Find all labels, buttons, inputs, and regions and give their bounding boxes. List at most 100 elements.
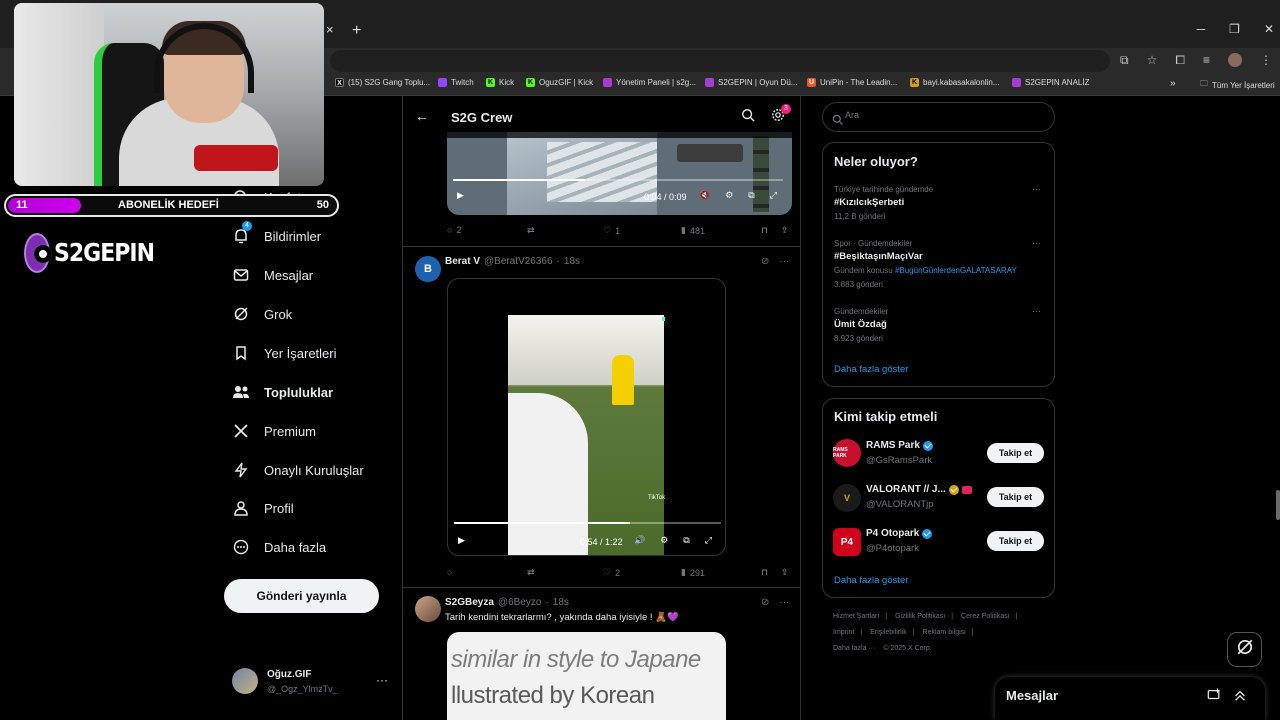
bookmark-item[interactable]: Twitch	[438, 78, 474, 87]
bookmark-item[interactable]: Yönetim Paneli | s2g...	[603, 78, 696, 87]
video-progress-bar[interactable]	[454, 522, 721, 524]
bookmark-item[interactable]: X (15) S2G Gang Toplu...	[335, 78, 430, 87]
avatar[interactable]: B	[415, 256, 441, 282]
nav-communities[interactable]: Topluluklar	[232, 383, 333, 401]
more-icon[interactable]: ···	[779, 597, 789, 608]
follow-button[interactable]: Takip et	[987, 531, 1044, 551]
bookmark-item[interactable]: Kbayi.kabasakalonlin...	[910, 78, 1000, 87]
account-name[interactable]: P4 Otopark	[866, 528, 933, 539]
search-input[interactable]	[845, 110, 1045, 120]
mute-icon[interactable]: 🔇	[699, 190, 710, 201]
search-icon[interactable]	[741, 108, 755, 127]
more-icon[interactable]: ···	[1032, 306, 1041, 316]
messages-drawer[interactable]: Mesajlar	[995, 677, 1265, 720]
footer-link[interactable]: Imprint	[833, 629, 854, 636]
bookmark-item[interactable]: U UniPin - The Leadin...	[807, 78, 897, 87]
video-progress-bar[interactable]	[453, 179, 783, 181]
settings-icon[interactable]: ⚙	[660, 535, 668, 546]
nav-more[interactable]: Daha fazla	[232, 538, 326, 556]
new-message-icon[interactable]	[1207, 688, 1221, 707]
volume-icon[interactable]: 🔊	[634, 535, 645, 546]
nav-profile[interactable]: Profil	[232, 499, 294, 517]
bookmark-button[interactable]: ⊓	[761, 225, 768, 236]
show-more-link[interactable]: Daha fazla göster	[834, 364, 908, 375]
follow-button[interactable]: Takip et	[987, 443, 1044, 463]
views-button[interactable]: ▮ 291	[681, 567, 705, 578]
bookmark-item[interactable]: K OguzGIF | Kick	[526, 78, 593, 87]
pip-icon[interactable]: ⧉	[748, 190, 754, 201]
pip-icon[interactable]: ⧉	[683, 535, 689, 546]
fullscreen-icon[interactable]: ⤢	[770, 190, 777, 201]
nav-messages[interactable]: Mesajlar	[232, 266, 313, 284]
play-icon[interactable]: ▶	[458, 535, 465, 546]
chevron-up-icon[interactable]	[1233, 688, 1247, 707]
page-scrollbar[interactable]	[1276, 490, 1280, 520]
more-icon[interactable]: ···	[1032, 238, 1041, 248]
tweet-time[interactable]: 18s	[564, 256, 580, 267]
nav-premium[interactable]: Premium	[232, 422, 316, 440]
profile-avatar[interactable]	[1228, 53, 1242, 67]
avatar[interactable]: RAMS PARK	[833, 439, 861, 467]
grok-icon[interactable]: ⊘	[761, 256, 769, 267]
like-button[interactable]: ♡ 1	[603, 225, 620, 236]
minimize-button[interactable]: ─	[1197, 22, 1206, 36]
footer-more-link[interactable]: Daha fazla ···	[833, 645, 875, 652]
retweet-button[interactable]: ⇄	[527, 567, 539, 578]
avatar[interactable]	[415, 596, 441, 622]
video-player[interactable]: TikTok ▶ 0:54 / 1:22 🔊 ⚙ ⧉ ⤢	[447, 278, 726, 556]
tab-close-button[interactable]: ×	[326, 22, 342, 40]
bookmark-item[interactable]: S2GEPIN ANALİZ	[1012, 78, 1089, 87]
star-icon[interactable]: ☆	[1147, 53, 1158, 68]
reply-button[interactable]: ○ 2	[447, 225, 461, 235]
share-button[interactable]: ⇪	[781, 225, 789, 236]
nav-verified-orgs[interactable]: Onaylı Kuruluşlar	[232, 461, 364, 479]
nav-grok[interactable]: Grok	[232, 305, 292, 323]
avatar[interactable]: P4	[833, 528, 861, 556]
author-handle[interactable]: @BeratV26366	[484, 256, 553, 267]
tweet-time[interactable]: 18s	[553, 597, 569, 608]
grok-button[interactable]	[1227, 632, 1262, 667]
more-icon[interactable]: ···	[779, 256, 789, 267]
follow-button[interactable]: Takip et	[987, 487, 1044, 507]
post-button[interactable]: Gönderi yayınla	[224, 579, 379, 613]
install-app-icon[interactable]: ⧉	[1120, 53, 1129, 68]
views-button[interactable]: ▮ 481	[681, 225, 705, 236]
back-arrow-icon[interactable]: ←	[415, 108, 429, 124]
more-icon[interactable]: ···	[376, 673, 388, 687]
address-bar[interactable]	[330, 50, 1110, 72]
trend-item[interactable]: #KızılcıkŞerbeti	[834, 197, 904, 208]
footer-link[interactable]: Gizlilik Politikası	[895, 613, 945, 620]
bookmark-button[interactable]: ⊓	[761, 567, 768, 578]
footer-link[interactable]: Reklam bilgisi	[923, 629, 966, 636]
media-icon[interactable]: ≡	[1203, 53, 1210, 68]
share-button[interactable]: ⇪	[781, 567, 789, 578]
author-name[interactable]: S2GBeyza	[445, 597, 494, 608]
grok-icon[interactable]: ⊘	[761, 597, 769, 608]
nav-notifications[interactable]: 4 Bildirimler	[232, 221, 321, 245]
like-button[interactable]: ♡ 2	[603, 567, 620, 578]
play-icon[interactable]: ▶	[457, 190, 464, 201]
trend-link[interactable]: #BugünGünlerdenGALATASARAY	[895, 266, 1017, 275]
trend-item[interactable]: #BeşiktaşınMaçıVar	[834, 251, 923, 262]
tweet-image[interactable]: similar in style to Japane llustrated by…	[447, 632, 726, 720]
bookmarks-overflow-button[interactable]: »	[1170, 78, 1176, 89]
author-handle[interactable]: @6Beyzo	[498, 597, 542, 608]
trend-item[interactable]: Ümit Özdağ	[834, 319, 887, 330]
account-switcher[interactable]: Oğuz.GIF @_Ogz_YlmzTv_ ···	[232, 668, 392, 698]
more-icon[interactable]: ···	[1032, 184, 1041, 194]
settings-icon[interactable]: ⚙	[725, 190, 733, 201]
account-name[interactable]: VALORANT // J...	[866, 484, 972, 495]
restore-button[interactable]: ❐	[1229, 22, 1240, 36]
extensions-icon[interactable]: ⧠	[1175, 53, 1185, 68]
video-player[interactable]: ▶ 0:04 / 0:09 🔇 ⚙ ⧉ ⤢	[447, 132, 792, 215]
new-tab-button[interactable]: +	[352, 22, 361, 40]
footer-link[interactable]: Çerez Politikası	[961, 613, 1010, 620]
retweet-button[interactable]: ⇄	[527, 225, 539, 236]
author-name[interactable]: Berat V	[445, 256, 480, 267]
footer-link[interactable]: Hizmet Şartları	[833, 613, 879, 620]
account-name[interactable]: RAMS Park	[866, 440, 933, 451]
menu-icon[interactable]: ⋮	[1260, 53, 1272, 68]
show-more-link[interactable]: Daha fazla göster	[834, 575, 908, 586]
footer-link[interactable]: Erişilebilirlik	[870, 629, 907, 636]
nav-bookmarks[interactable]: Yer İşaretleri	[232, 344, 337, 362]
